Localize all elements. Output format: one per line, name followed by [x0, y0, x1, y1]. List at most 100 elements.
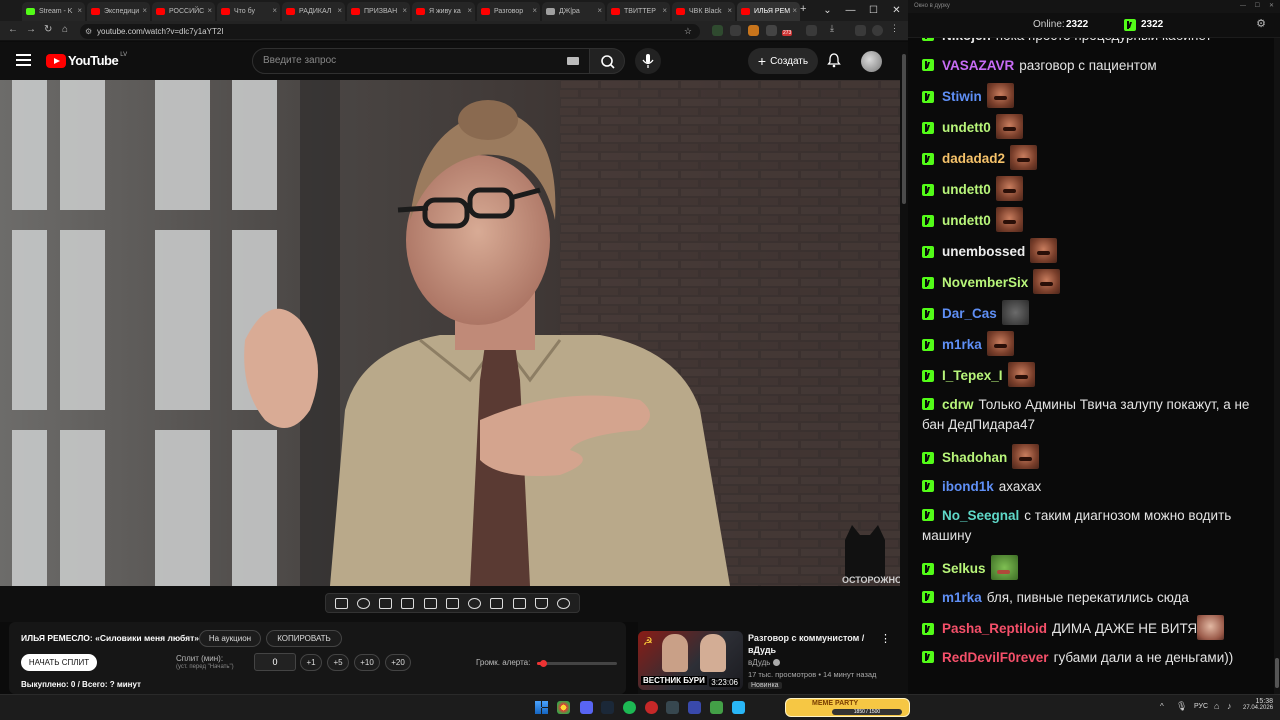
search-input[interactable]: Введите запрос: [252, 48, 590, 74]
chat-emote[interactable]: [990, 555, 1018, 580]
browser-tab[interactable]: ДЖ|ра ×: [542, 2, 605, 21]
chat-emote[interactable]: [1030, 238, 1058, 263]
chat-username[interactable]: m1rka: [942, 337, 982, 352]
chat-username[interactable]: I_Tepex_I: [942, 368, 1003, 383]
create-button[interactable]: + Создать: [748, 48, 818, 74]
bookmark-star-icon[interactable]: ☆: [684, 24, 692, 39]
tab-close-icon[interactable]: ×: [532, 6, 537, 15]
minimize-button[interactable]: —: [839, 0, 862, 21]
chat-emote[interactable]: [1012, 444, 1040, 469]
extension-icon[interactable]: [730, 25, 741, 36]
copy-button[interactable]: КОПИРОВАТЬ: [266, 630, 342, 647]
language-indicator[interactable]: РУС: [1194, 703, 1208, 710]
speed-icon[interactable]: [468, 597, 482, 609]
broadcast-icon[interactable]: [356, 597, 370, 609]
tab-close-icon[interactable]: ×: [337, 6, 342, 15]
telegram-icon[interactable]: [732, 701, 745, 714]
flask-icon[interactable]: [535, 597, 549, 609]
subtitles-icon[interactable]: [445, 597, 459, 609]
page-scrollbar[interactable]: [900, 42, 908, 694]
chat-scrollbar[interactable]: [1274, 38, 1280, 694]
screenshot-icon[interactable]: [379, 597, 393, 609]
meme-party-widget[interactable]: MEME PARTY 1850 / 1500: [785, 698, 910, 717]
increment-button[interactable]: +20: [385, 654, 411, 671]
maximize-button[interactable]: ☐: [1255, 0, 1260, 13]
channel-name[interactable]: вДудь: [748, 658, 780, 667]
minimize-button[interactable]: —: [1240, 0, 1246, 13]
extension-icon[interactable]: [766, 25, 777, 36]
browser-tab[interactable]: Stream - K ×: [22, 2, 85, 21]
tab-close-icon[interactable]: ×: [207, 6, 212, 15]
network-icon[interactable]: ⌂: [1214, 701, 1219, 711]
tray-arrow-icon[interactable]: ^: [1160, 702, 1164, 711]
site-info-icon[interactable]: ⚙: [85, 24, 92, 39]
browser-tab[interactable]: РАДИКАЛ ×: [282, 2, 345, 21]
clock[interactable]: 15:38 27.04.2026: [1243, 698, 1273, 711]
chrome-icon[interactable]: [557, 701, 570, 714]
chat-emote[interactable]: [1197, 615, 1225, 640]
profile-icon[interactable]: [872, 25, 883, 36]
chat-emote[interactable]: [1010, 145, 1038, 170]
voice-search-button[interactable]: [635, 48, 661, 74]
recommended-title[interactable]: Разговор с коммунистом / вДудь: [748, 632, 873, 656]
tab-close-icon[interactable]: ×: [662, 6, 667, 15]
chat-username[interactable]: Nikojen: [942, 38, 991, 43]
chat-username[interactable]: undett0: [942, 182, 991, 197]
back-icon[interactable]: ←: [8, 24, 18, 35]
close-button[interactable]: ✕: [1269, 0, 1274, 13]
menu-icon[interactable]: [16, 54, 31, 66]
browser-tab[interactable]: ЧВК Black ×: [672, 2, 735, 21]
camera-icon[interactable]: [512, 597, 526, 609]
auction-button[interactable]: На аукцион: [199, 630, 261, 647]
chat-emote[interactable]: [1007, 362, 1035, 387]
forward-icon[interactable]: →: [26, 24, 36, 35]
chat-username[interactable]: No_Seegnal: [942, 508, 1019, 523]
scrollbar-thumb[interactable]: [1275, 658, 1279, 688]
url-field[interactable]: ⚙ youtube.com/watch?v=dlc7y1aYT2I ☆: [80, 24, 700, 39]
chat-emote[interactable]: [1033, 269, 1061, 294]
browser-tab[interactable]: ИЛЬЯ РЕМ ×: [737, 2, 800, 21]
tab-close-icon[interactable]: ×: [792, 6, 797, 15]
alert-volume-slider[interactable]: [537, 660, 617, 667]
keyboard-icon[interactable]: [567, 57, 579, 65]
more-options-icon[interactable]: ⋮: [880, 632, 891, 645]
spotify-icon[interactable]: [623, 701, 636, 714]
settings-gear-icon[interactable]: [557, 597, 571, 609]
chat-username[interactable]: Pasha_Reptiloid: [942, 621, 1047, 636]
chat-username[interactable]: Selkus: [942, 561, 986, 576]
increment-button[interactable]: +10: [354, 654, 380, 671]
split-minutes-input[interactable]: 0: [254, 653, 296, 671]
app-icon[interactable]: [666, 701, 679, 714]
extension-icon[interactable]: [855, 25, 866, 36]
start-icon[interactable]: [535, 701, 548, 714]
chat-username[interactable]: NovemberSix: [942, 275, 1028, 290]
chat-emote[interactable]: [995, 114, 1023, 139]
video-player[interactable]: ОСТОРОЖНО: [0, 80, 900, 586]
chat-username[interactable]: VASAZAVR: [942, 58, 1014, 73]
media-player-icon[interactable]: [688, 701, 701, 714]
loop-icon[interactable]: [334, 597, 348, 609]
maximize-button[interactable]: ☐: [862, 0, 885, 21]
extensions-puzzle-icon[interactable]: [806, 25, 817, 36]
notifications-bell-icon[interactable]: [827, 53, 841, 68]
tab-close-icon[interactable]: ×: [77, 6, 82, 15]
scrollbar-thumb[interactable]: [902, 54, 906, 204]
reload-icon[interactable]: ↻: [44, 24, 52, 35]
browser-tab[interactable]: Разговор ×: [477, 2, 540, 21]
add-frame-icon[interactable]: [490, 597, 504, 609]
app-icon[interactable]: [710, 701, 723, 714]
chat-username[interactable]: m1rka: [942, 590, 982, 605]
clapper-icon[interactable]: [401, 597, 415, 609]
tab-close-icon[interactable]: ×: [467, 6, 472, 15]
app-icon[interactable]: [645, 701, 658, 714]
chat-emote[interactable]: [986, 83, 1014, 108]
chat-username[interactable]: undett0: [942, 120, 991, 135]
browser-tab[interactable]: Я живу ка ×: [412, 2, 475, 21]
extension-icon[interactable]: [712, 25, 723, 36]
chat-emote[interactable]: [995, 176, 1023, 201]
increment-button[interactable]: +1: [300, 654, 322, 671]
chat-username[interactable]: Stiwin: [942, 89, 982, 104]
close-window-button[interactable]: ✕: [885, 0, 908, 21]
discord-icon[interactable]: [580, 701, 593, 714]
browser-tab[interactable]: Что бу ×: [217, 2, 280, 21]
